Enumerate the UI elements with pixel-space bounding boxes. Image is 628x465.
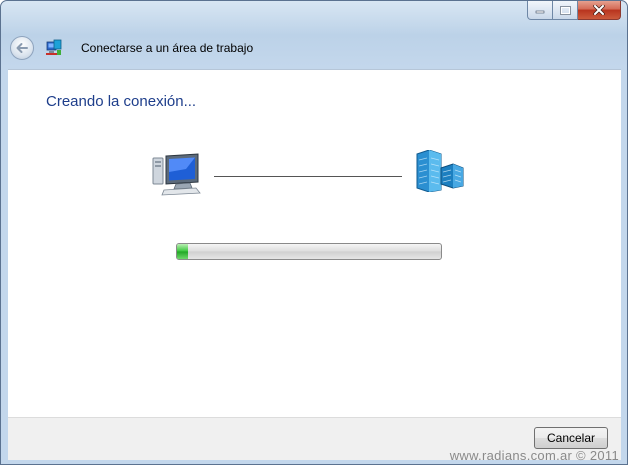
- connection-progress-bar: [176, 243, 442, 260]
- minimize-icon: [535, 10, 545, 14]
- minimize-button[interactable]: [527, 1, 553, 20]
- back-button[interactable]: [10, 36, 34, 60]
- content-area: Creando la conexión...: [8, 69, 621, 418]
- workplace-network-icon: [416, 150, 464, 192]
- dialog-window: Conectarse a un área de trabajo Creando …: [0, 0, 628, 465]
- maximize-icon: [559, 5, 571, 15]
- close-button[interactable]: [578, 1, 621, 20]
- back-arrow-icon: [16, 43, 28, 53]
- close-icon: [593, 5, 605, 15]
- page-heading: Creando la conexión...: [46, 93, 197, 110]
- network-connection-icon: [46, 39, 62, 55]
- window-title: Conectarse a un área de trabajo: [81, 41, 254, 55]
- caption-buttons: [527, 1, 621, 20]
- maximize-button[interactable]: [553, 1, 578, 20]
- connection-line: [214, 176, 402, 177]
- computer-icon: [152, 153, 201, 196]
- watermark: www.radians.com.ar © 2011: [449, 448, 619, 463]
- cancel-button[interactable]: Cancelar: [534, 427, 608, 449]
- progress-fill: [177, 244, 188, 259]
